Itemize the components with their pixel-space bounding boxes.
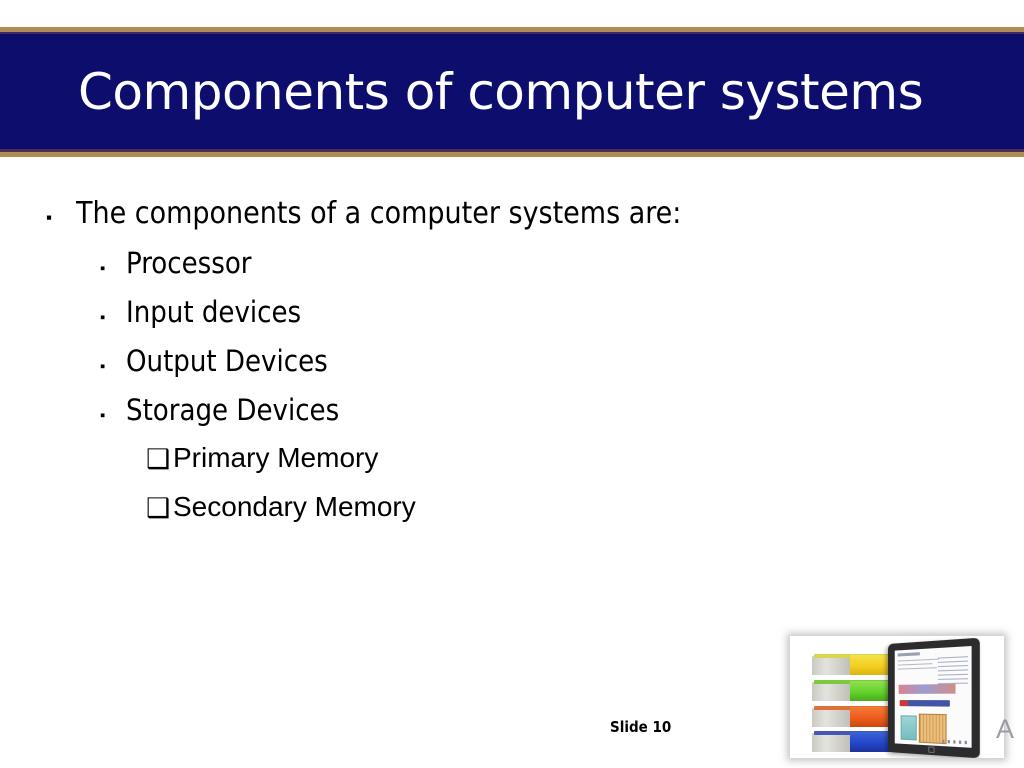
tablet-home-button-icon bbox=[928, 746, 935, 754]
slide-canvas: Components of computer systems ▪ The com… bbox=[0, 0, 1024, 768]
slide-body: ▪ The components of a computer systems a… bbox=[0, 196, 760, 540]
square-bullet-icon: ▪ bbox=[100, 260, 106, 277]
screen-thumbnail-left bbox=[900, 715, 917, 741]
square-bullet-icon: ▪ bbox=[100, 358, 106, 375]
banner-inner-rule-top bbox=[0, 32, 1024, 34]
bullet-text: Primary Memory bbox=[173, 442, 379, 473]
square-bullet-icon: ▪ bbox=[100, 407, 106, 424]
bullet-item-secondary-memory: ❑ Secondary Memory bbox=[0, 491, 760, 540]
bullet-item-input-devices: ▪ Input devices bbox=[0, 295, 760, 344]
square-bullet-icon: ▪ bbox=[46, 208, 53, 227]
image-stage bbox=[790, 636, 1004, 758]
bullet-text: Output Devices bbox=[126, 344, 328, 378]
book-pages bbox=[812, 656, 852, 675]
screen-heading bbox=[898, 683, 956, 694]
square-bullet-icon: ▪ bbox=[100, 309, 106, 326]
bullet-item-output-devices: ▪ Output Devices bbox=[0, 344, 760, 393]
slide-title: Components of computer systems bbox=[78, 63, 924, 121]
book-pages bbox=[812, 682, 852, 701]
screen-text-line bbox=[897, 667, 937, 670]
title-banner: Components of computer systems bbox=[0, 27, 1024, 157]
tablet-device bbox=[888, 637, 980, 758]
book-orange bbox=[812, 706, 898, 727]
bullet-item-storage-devices: ▪ Storage Devices bbox=[0, 393, 760, 442]
book-pages bbox=[812, 733, 852, 752]
screen-header-block bbox=[897, 652, 920, 657]
shadowed-square-bullet-icon: ❑ bbox=[146, 444, 171, 474]
book-yellow bbox=[812, 654, 898, 675]
bullet-text: Input devices bbox=[126, 295, 302, 329]
banner-inner-rule-bottom bbox=[0, 149, 1024, 152]
book-green bbox=[812, 680, 898, 701]
bullet-text: Storage Devices bbox=[126, 393, 340, 427]
screen-side-column bbox=[937, 656, 969, 688]
screen-text-line bbox=[897, 663, 933, 666]
tablet-screen bbox=[894, 645, 972, 748]
slide-number: Slide 10 bbox=[610, 718, 672, 736]
book-blue bbox=[812, 731, 898, 752]
screen-accent-bar bbox=[899, 700, 950, 707]
screen-text-line bbox=[897, 658, 939, 662]
bullet-item-primary-memory: ❑ Primary Memory bbox=[0, 442, 760, 491]
books-and-tablet-image bbox=[790, 636, 1004, 758]
stray-letter-glyph: A bbox=[996, 714, 1015, 744]
bullet-item-processor: ▪ Processor bbox=[0, 246, 760, 295]
bullet-text: Secondary Memory bbox=[173, 491, 416, 522]
bullet-text: The components of a computer systems are… bbox=[76, 196, 682, 231]
bullet-text: Processor bbox=[126, 246, 252, 280]
shadowed-square-bullet-icon: ❑ bbox=[146, 493, 171, 523]
bullet-item-level1: ▪ The components of a computer systems a… bbox=[0, 196, 760, 246]
book-pages bbox=[812, 708, 852, 727]
